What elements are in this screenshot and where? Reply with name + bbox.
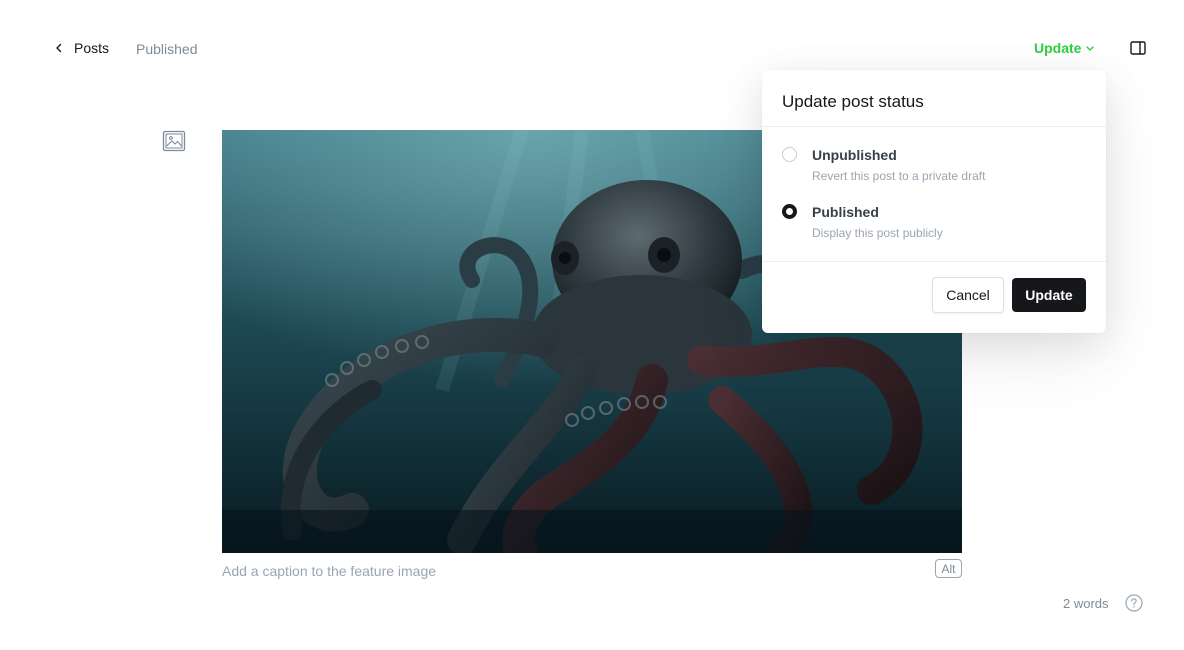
- cancel-button[interactable]: Cancel: [932, 277, 1004, 313]
- radio-published[interactable]: [782, 204, 797, 219]
- caption-input[interactable]: Add a caption to the feature image: [222, 563, 436, 579]
- update-status-popover: Update post status Unpublished Revert th…: [762, 70, 1106, 333]
- radio-unpublished[interactable]: [782, 147, 797, 162]
- option-unpublished-title: Unpublished: [812, 147, 897, 163]
- update-button[interactable]: Update: [1012, 278, 1086, 312]
- option-unpublished[interactable]: Unpublished Revert this post to a privat…: [782, 141, 1092, 185]
- chevron-down-icon: [1086, 46, 1095, 51]
- update-trigger-label: Update: [1034, 40, 1082, 56]
- chevron-left-icon: [56, 43, 62, 53]
- option-published-title: Published: [812, 204, 879, 220]
- question-mark-icon[interactable]: [1125, 594, 1143, 612]
- popover-title: Update post status: [782, 92, 924, 111]
- option-published-description: Display this post publicly: [812, 226, 943, 240]
- image-icon[interactable]: [162, 129, 186, 153]
- popover-divider-top: [762, 126, 1106, 127]
- back-label: Posts: [74, 40, 110, 56]
- alt-text-button[interactable]: Alt: [935, 559, 962, 578]
- update-dropdown-trigger[interactable]: Update: [1034, 40, 1095, 56]
- sidebar-panel-icon[interactable]: [1128, 38, 1148, 58]
- option-unpublished-description: Revert this post to a private draft: [812, 169, 986, 183]
- post-status-label: Published: [136, 41, 198, 57]
- option-published[interactable]: Published Display this post publicly: [782, 198, 1092, 242]
- popover-divider-bottom: [762, 261, 1106, 262]
- back-to-posts-link[interactable]: Posts: [54, 40, 109, 56]
- word-count: 2 words: [1063, 596, 1109, 611]
